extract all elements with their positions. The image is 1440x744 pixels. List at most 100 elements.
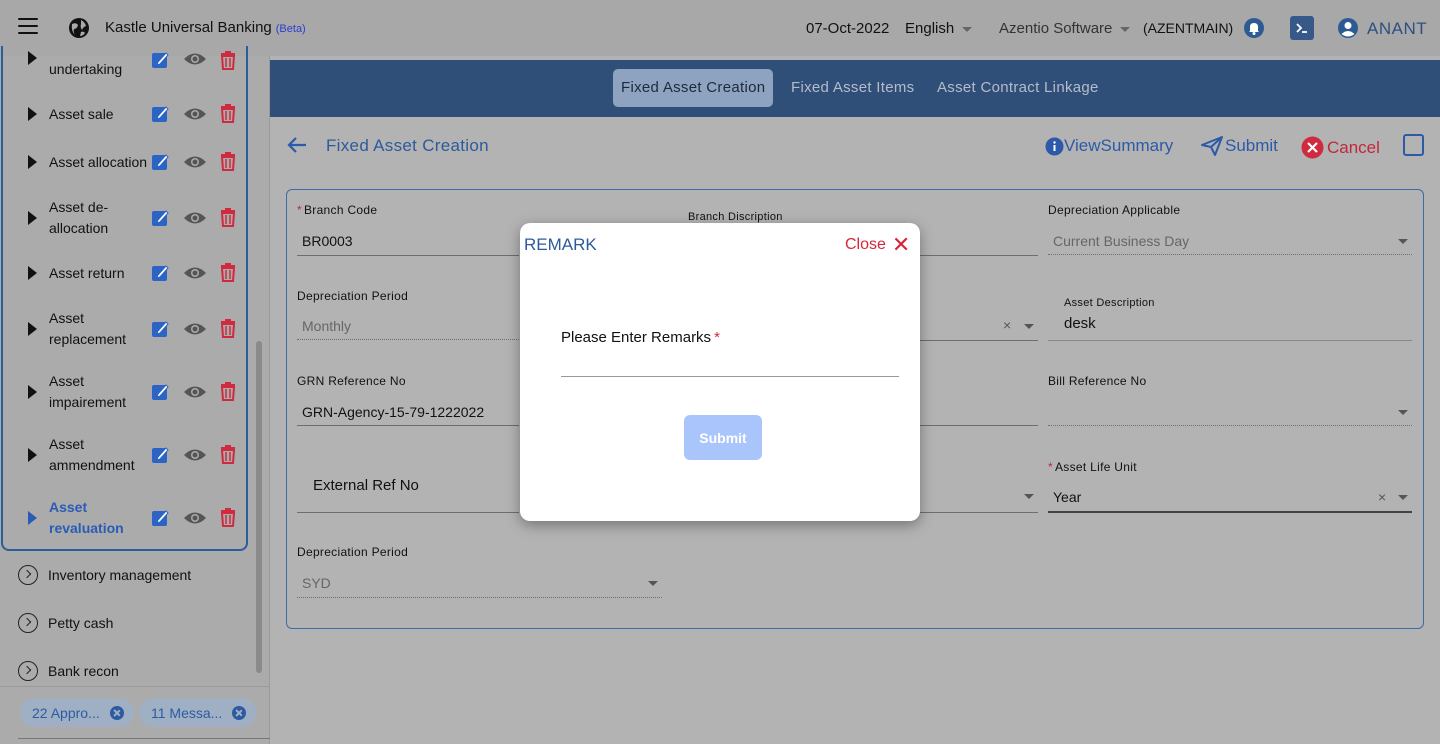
- trash-icon[interactable]: [219, 50, 237, 70]
- sidebar-item-label: undertaking: [49, 61, 123, 77]
- terminal-icon[interactable]: [1290, 16, 1314, 40]
- sidebar-nav-petty-cash[interactable]: Petty cash: [18, 613, 113, 633]
- sidebar-scrollbar[interactable]: [256, 341, 262, 673]
- trash-icon[interactable]: [219, 381, 237, 401]
- sidebar-nav-label: Bank recon: [48, 663, 119, 679]
- trash-icon[interactable]: [219, 262, 237, 282]
- chevron-down-icon[interactable]: [1024, 324, 1034, 329]
- field-underline: [297, 512, 519, 513]
- trash-icon[interactable]: [219, 444, 237, 464]
- close-icon[interactable]: [109, 705, 124, 720]
- field-underline: [1048, 511, 1412, 513]
- save-icon[interactable]: [1403, 134, 1424, 156]
- page-title: Fixed Asset Creation: [326, 136, 489, 155]
- chevron-down-icon[interactable]: [1398, 239, 1408, 244]
- submit-label: Submit: [1225, 136, 1278, 155]
- chevron-down-icon[interactable]: [1024, 494, 1034, 499]
- field-underline: [1048, 254, 1412, 255]
- sidebar-nav-bank-recon[interactable]: Bank recon: [18, 661, 119, 681]
- back-arrow-icon[interactable]: [287, 136, 307, 154]
- field-value: BR0003: [302, 233, 353, 249]
- edit-icon[interactable]: [151, 382, 170, 401]
- field-value: desk: [1064, 315, 1096, 332]
- eye-icon[interactable]: [183, 155, 207, 169]
- divider: [18, 738, 270, 739]
- tab-fixed-asset-items[interactable]: Fixed Asset Items: [783, 69, 922, 107]
- field-underline: [297, 339, 519, 340]
- edit-icon[interactable]: [151, 208, 170, 227]
- edit-icon[interactable]: [151, 445, 170, 464]
- user-name[interactable]: ANANT: [1367, 19, 1427, 39]
- caret-right-icon: [28, 51, 37, 65]
- eye-icon[interactable]: [183, 211, 207, 225]
- chip-label: 22 Appro...: [32, 704, 100, 721]
- edit-icon[interactable]: [151, 152, 170, 171]
- cancel-button[interactable]: Cancel: [1301, 136, 1380, 159]
- clear-icon[interactable]: ×: [1003, 317, 1011, 333]
- caret-right-icon: [28, 107, 37, 121]
- tab-asset-contract-linkage[interactable]: Asset Contract Linkage: [929, 69, 1107, 107]
- remarks-input[interactable]: [561, 353, 899, 377]
- eye-icon[interactable]: [183, 52, 207, 66]
- field-underline: [297, 425, 519, 426]
- trash-icon[interactable]: [219, 207, 237, 227]
- tab-fixed-asset-creation[interactable]: Fixed Asset Creation: [613, 69, 774, 107]
- field-underline: [297, 255, 519, 256]
- trash-icon[interactable]: [219, 151, 237, 171]
- trash-icon[interactable]: [219, 103, 237, 123]
- caret-right-icon: [28, 211, 37, 225]
- trash-icon[interactable]: [219, 318, 237, 338]
- language-select[interactable]: English: [905, 20, 973, 37]
- sidebar: undertaking Asset sale Asset allocation …: [0, 46, 270, 744]
- edit-icon[interactable]: [151, 50, 170, 69]
- eye-icon[interactable]: [183, 385, 207, 399]
- approvals-chip[interactable]: 22 Appro...: [20, 698, 134, 727]
- user-avatar-icon[interactable]: [1337, 17, 1359, 39]
- field-underline: [297, 597, 662, 598]
- field-label: Asset Description: [1064, 297, 1155, 309]
- close-label: Close: [845, 236, 886, 253]
- edit-icon[interactable]: [151, 104, 170, 123]
- close-icon[interactable]: [232, 705, 247, 720]
- chevron-right-circle-icon: [18, 661, 38, 681]
- menu-icon[interactable]: [18, 18, 38, 34]
- cancel-icon: [1301, 136, 1324, 159]
- eye-icon[interactable]: [183, 266, 207, 280]
- app-title: Kastle Universal Banking (Beta): [105, 19, 306, 36]
- chevron-down-icon[interactable]: [648, 581, 658, 586]
- chevron-down-icon[interactable]: [1398, 410, 1408, 415]
- sidebar-item-label: Asset de-allocation: [49, 199, 109, 236]
- chevron-down-icon: [1120, 26, 1131, 32]
- send-icon: [1201, 136, 1223, 156]
- entity-code: (AZENTMAIN): [1143, 20, 1234, 36]
- close-button[interactable]: Close ✕: [845, 234, 910, 256]
- eye-icon[interactable]: [183, 107, 207, 121]
- caret-right-icon: [28, 385, 37, 399]
- field-label: * Branch Code: [297, 203, 378, 217]
- remarks-label: Please Enter Remarks *: [561, 329, 720, 346]
- edit-icon[interactable]: [151, 319, 170, 338]
- tabs-bar: Fixed Asset Creation Fixed Asset Items A…: [270, 60, 1440, 117]
- trash-icon[interactable]: [219, 507, 237, 527]
- beta-badge: (Beta): [275, 23, 306, 35]
- sidebar-item-label: Asset impairement: [49, 373, 127, 410]
- chevron-down-icon[interactable]: [1398, 495, 1408, 500]
- view-summary-button[interactable]: ViewSummary: [1045, 136, 1173, 156]
- clear-icon[interactable]: ×: [1378, 489, 1386, 505]
- eye-icon[interactable]: [183, 448, 207, 462]
- business-date: 07-Oct-2022: [806, 20, 890, 37]
- edit-icon[interactable]: [151, 263, 170, 282]
- eye-icon[interactable]: [183, 322, 207, 336]
- company-select[interactable]: Azentio Software: [999, 20, 1131, 37]
- sidebar-nav-inventory-management[interactable]: Inventory management: [18, 565, 191, 585]
- chevron-down-icon: [962, 26, 973, 32]
- notification-bell-icon[interactable]: [1243, 17, 1265, 39]
- submit-button[interactable]: Submit: [1201, 136, 1278, 156]
- edit-icon[interactable]: [151, 508, 170, 527]
- messages-chip[interactable]: 11 Messa...: [139, 698, 257, 727]
- sidebar-item-label: Asset allocation: [49, 154, 148, 170]
- eye-icon[interactable]: [183, 511, 207, 525]
- field-label: * Asset Life Unit: [1048, 460, 1137, 474]
- cancel-label: Cancel: [1327, 137, 1380, 157]
- dialog-submit-button[interactable]: Submit: [684, 415, 762, 460]
